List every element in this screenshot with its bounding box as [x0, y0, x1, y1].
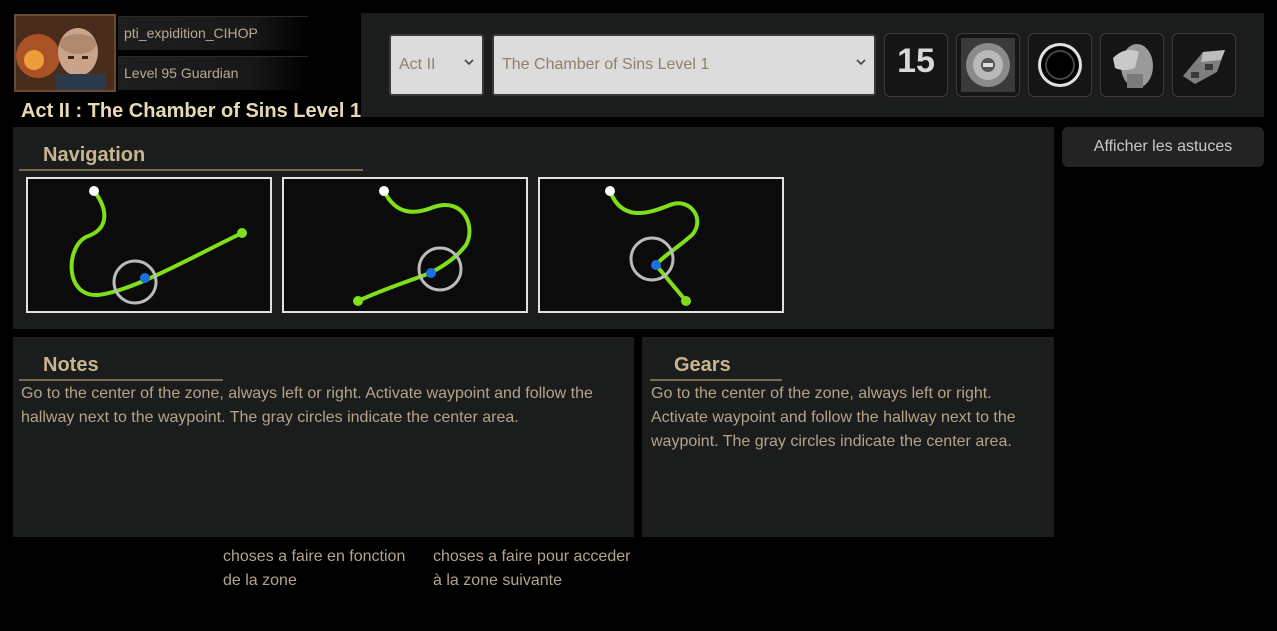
notes-text: Go to the center of the zone, always lef… [21, 385, 593, 426]
show-tips-button[interactable]: Afficher les astuces [1062, 127, 1264, 167]
machine-device-icon [1177, 38, 1231, 92]
chevron-down-icon [464, 59, 474, 66]
notes-title: Notes [19, 354, 223, 381]
notes-panel: Notes Go to the center of the zone, alwa… [13, 337, 634, 537]
player-level: Level 95 Guardian [118, 56, 308, 90]
act-select-value: Act II [399, 56, 436, 73]
portal-item-button[interactable] [1028, 33, 1092, 97]
zone-toolbar: Act II The Chamber of Sins Level 1 15 [361, 13, 1264, 117]
navigation-map-1 [26, 177, 272, 313]
player-name: pti_expidition_CIHOP [118, 16, 308, 50]
gears-text: Go to the center of the zone, always lef… [651, 385, 1016, 450]
player-portrait-icon [16, 16, 114, 90]
stone-idol-icon [1105, 38, 1159, 92]
zone-select[interactable]: The Chamber of Sins Level 1 [492, 34, 876, 96]
act-select[interactable]: Act II [389, 34, 484, 96]
idol-item-button[interactable] [1100, 33, 1164, 97]
zone-tasks-caption: choses a faire en fonction de la zone [223, 548, 406, 589]
gears-panel: Gears Go to the center of the zone, alwa… [642, 337, 1054, 537]
zone-level-badge: 15 [884, 33, 948, 97]
navigation-map-3 [538, 177, 784, 313]
portal-ring-icon [1033, 38, 1087, 92]
next-zone-tasks-caption: choses a faire pour acceder à la zone su… [433, 548, 631, 589]
route-map-icon [605, 186, 700, 306]
page-title: Act II : The Chamber of Sins Level 1 [21, 100, 362, 122]
route-map-icon [69, 186, 247, 305]
chevron-down-icon [856, 59, 866, 66]
device-item-button[interactable] [1172, 33, 1236, 97]
navigation-panel: Navigation [13, 127, 1054, 329]
player-avatar [14, 14, 116, 92]
navigation-map-2 [282, 177, 528, 313]
waypoint-item-button[interactable] [956, 33, 1020, 97]
navigation-title: Navigation [19, 144, 363, 171]
zone-select-value: The Chamber of Sins Level 1 [502, 56, 710, 73]
route-map-icon [353, 186, 472, 306]
gears-title: Gears [650, 354, 782, 381]
waypoint-item-icon [961, 38, 1015, 92]
